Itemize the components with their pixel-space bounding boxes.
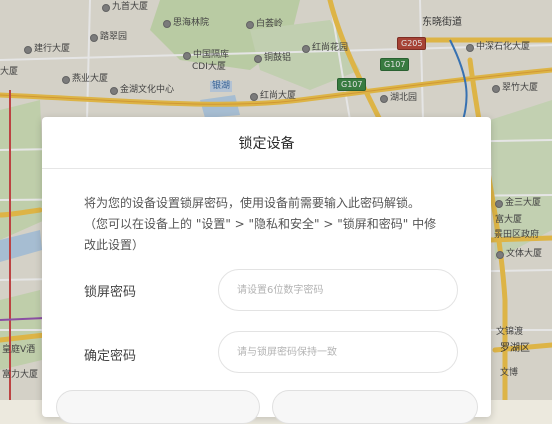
description-line: 将为您的设备设置锁屏密码，使用设备前需要输入此密码解锁。 — [84, 196, 421, 210]
confirm-password-label: 确定密码 — [84, 349, 137, 364]
dialog-description: 将为您的设备设置锁屏密码，使用设备前需要输入此密码解锁。 （您可以在设备上的 "… — [84, 193, 454, 256]
confirm-password-input[interactable] — [218, 331, 458, 373]
dialog-title: 锁定设备 — [238, 135, 295, 152]
lock-password-label: 锁屏密码 — [84, 285, 137, 300]
lock-password-input[interactable] — [218, 269, 458, 311]
lock-device-dialog: 锁定设备 将为您的设备设置锁屏密码，使用设备前需要输入此密码解锁。 （您可以在设… — [42, 117, 491, 424]
cancel-button[interactable] — [56, 390, 260, 424]
description-line: 改此设置） — [84, 238, 145, 252]
dialog-header: 锁定设备 — [42, 117, 491, 169]
confirm-button[interactable] — [272, 390, 478, 424]
description-line: （您可以在设备上的 "设置" > "隐私和安全" > "锁屏和密码" 中修 — [84, 217, 437, 231]
